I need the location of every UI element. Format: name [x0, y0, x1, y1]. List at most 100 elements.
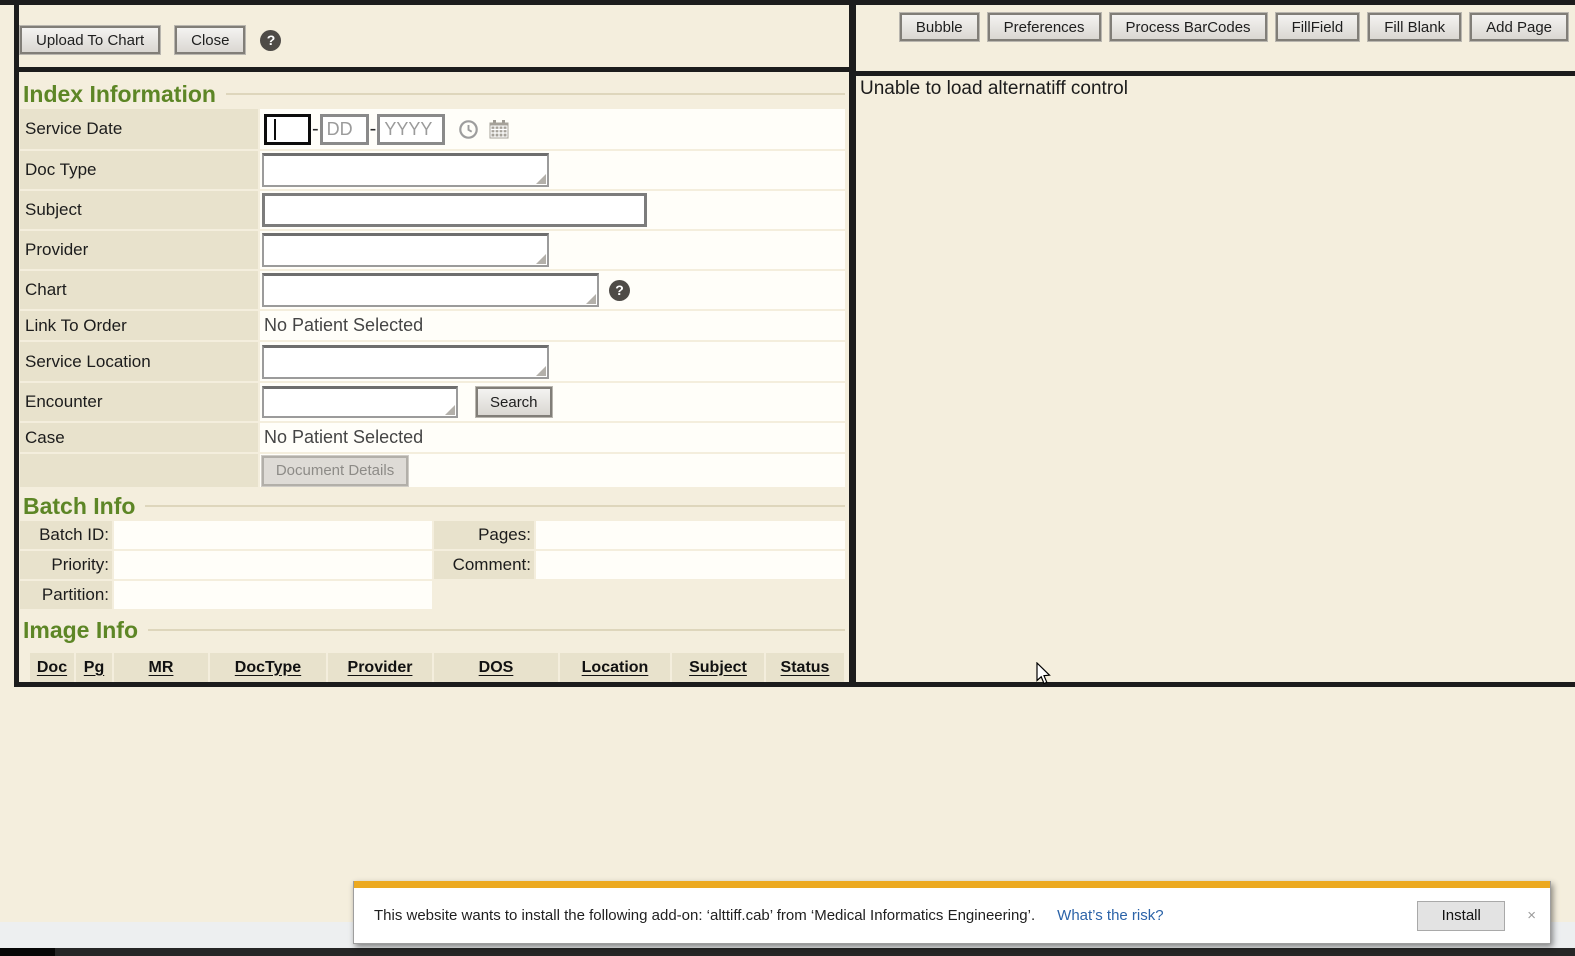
service-date-year-input[interactable] — [377, 114, 445, 145]
column-header-pg[interactable]: Pg — [76, 653, 112, 682]
service-location-combo[interactable] — [262, 345, 549, 379]
install-button[interactable]: Install — [1417, 901, 1505, 931]
service-date-label: Service Date — [20, 109, 258, 149]
taskbar-corner — [0, 948, 55, 956]
provider-row: Provider — [20, 231, 845, 269]
encounter-value: Search — [260, 383, 845, 421]
right-header-divider — [856, 71, 1575, 76]
batch-row-3: Partition: — [20, 581, 845, 609]
index-information-title: Index Information — [19, 79, 849, 109]
column-header-provider[interactable]: Provider — [328, 653, 432, 682]
fill-blank-button[interactable]: Fill Blank — [1368, 13, 1461, 41]
column-header-doc[interactable]: Doc — [30, 653, 74, 682]
encounter-search-button[interactable]: Search — [476, 387, 552, 417]
document-details-value: Document Details — [260, 454, 845, 487]
batch-info-title-text: Batch Info — [23, 493, 135, 520]
notification-message: This website wants to install the follow… — [374, 907, 1035, 924]
chart-combo[interactable] — [262, 273, 599, 307]
fillfield-button[interactable]: FillField — [1276, 13, 1360, 41]
case-text: No Patient Selected — [262, 427, 423, 448]
case-label: Case — [20, 423, 258, 452]
doc-type-value — [260, 151, 845, 189]
service-location-row: Service Location — [20, 342, 845, 381]
whats-the-risk-link[interactable]: What’s the risk? — [1057, 907, 1163, 924]
service-location-value — [260, 342, 845, 381]
batch-spacer — [536, 581, 845, 609]
upload-to-chart-button[interactable]: Upload To Chart — [20, 26, 160, 54]
batch-row-1: Batch ID: Pages: — [20, 521, 845, 549]
subject-input[interactable] — [262, 193, 647, 227]
case-row: Case No Patient Selected — [20, 423, 845, 452]
date-separator: - — [312, 118, 319, 141]
notification-close-icon[interactable]: × — [1527, 907, 1536, 924]
chart-value: ? — [260, 271, 845, 309]
service-date-day-input[interactable] — [320, 114, 369, 145]
service-date-value: - - — [260, 109, 845, 149]
subject-value — [260, 191, 845, 229]
link-to-order-text: No Patient Selected — [262, 315, 423, 336]
bubble-button[interactable]: Bubble — [900, 13, 979, 41]
partition-label: Partition: — [20, 581, 112, 609]
column-header-dos[interactable]: DOS — [434, 653, 558, 682]
mouse-cursor — [1036, 662, 1053, 691]
priority-label: Priority: — [20, 551, 112, 579]
taskbar-strip — [0, 948, 1575, 956]
notification-body: This website wants to install the follow… — [354, 888, 1550, 943]
comment-label: Comment: — [434, 551, 534, 579]
service-location-label: Service Location — [20, 342, 258, 381]
process-barcodes-button[interactable]: Process BarCodes — [1110, 13, 1267, 41]
frame-middle-border — [849, 0, 856, 687]
partition-field[interactable] — [114, 581, 432, 609]
date-separator: - — [370, 118, 377, 141]
batch-row-2: Priority: Comment: — [20, 551, 845, 579]
batch-info-title: Batch Info — [19, 491, 849, 521]
pages-field[interactable] — [536, 521, 845, 549]
pages-label: Pages: — [434, 521, 534, 549]
frame-bottom-border — [14, 682, 1575, 687]
column-header-location[interactable]: Location — [560, 653, 670, 682]
clock-icon[interactable] — [458, 119, 479, 140]
doc-type-combo[interactable] — [262, 153, 549, 187]
doc-type-row: Doc Type — [20, 151, 845, 189]
left-header-divider — [19, 67, 849, 72]
help-icon[interactable]: ? — [260, 30, 281, 51]
doc-type-label: Doc Type — [20, 151, 258, 189]
batch-spacer — [434, 581, 534, 609]
column-header-doctype[interactable]: DocType — [210, 653, 326, 682]
encounter-row: Encounter Search — [20, 383, 845, 421]
index-form: Index Information Service Date - - — [19, 79, 849, 682]
viewer-error-message: Unable to load alternatiff control — [860, 78, 1128, 100]
priority-field[interactable] — [114, 551, 432, 579]
link-to-order-label: Link To Order — [20, 311, 258, 340]
index-information-title-text: Index Information — [23, 81, 216, 108]
add-page-button[interactable]: Add Page — [1470, 13, 1568, 41]
notification-accent-strip — [354, 881, 1550, 888]
preferences-button[interactable]: Preferences — [988, 13, 1101, 41]
column-header-subject[interactable]: Subject — [672, 653, 764, 682]
text-caret — [274, 119, 276, 140]
encounter-label: Encounter — [20, 383, 258, 421]
app-screen: Upload To Chart Close ? Bubble Preferenc… — [0, 0, 1575, 956]
encounter-combo[interactable] — [262, 386, 458, 418]
subject-row: Subject — [20, 191, 845, 229]
chart-label: Chart — [20, 271, 258, 309]
frame-top-border — [0, 0, 1575, 5]
column-header-mr[interactable]: MR — [114, 653, 208, 682]
document-details-button[interactable]: Document Details — [262, 456, 408, 486]
comment-field[interactable] — [536, 551, 845, 579]
column-header-status[interactable]: Status — [766, 653, 844, 682]
provider-combo[interactable] — [262, 233, 549, 267]
case-value: No Patient Selected — [260, 423, 845, 452]
calendar-icon[interactable] — [488, 119, 510, 140]
batch-id-field[interactable] — [114, 521, 432, 549]
close-button[interactable]: Close — [175, 26, 245, 54]
image-info-title-text: Image Info — [23, 617, 138, 644]
left-toolbar: Upload To Chart Close ? — [20, 26, 281, 54]
subject-label: Subject — [20, 191, 258, 229]
chart-help-icon[interactable]: ? — [609, 280, 630, 301]
batch-id-label: Batch ID: — [20, 521, 112, 549]
service-date-row: Service Date - - — [20, 109, 845, 149]
provider-label: Provider — [20, 231, 258, 269]
document-details-label-cell — [20, 454, 258, 487]
service-date-month-input[interactable] — [264, 114, 311, 145]
